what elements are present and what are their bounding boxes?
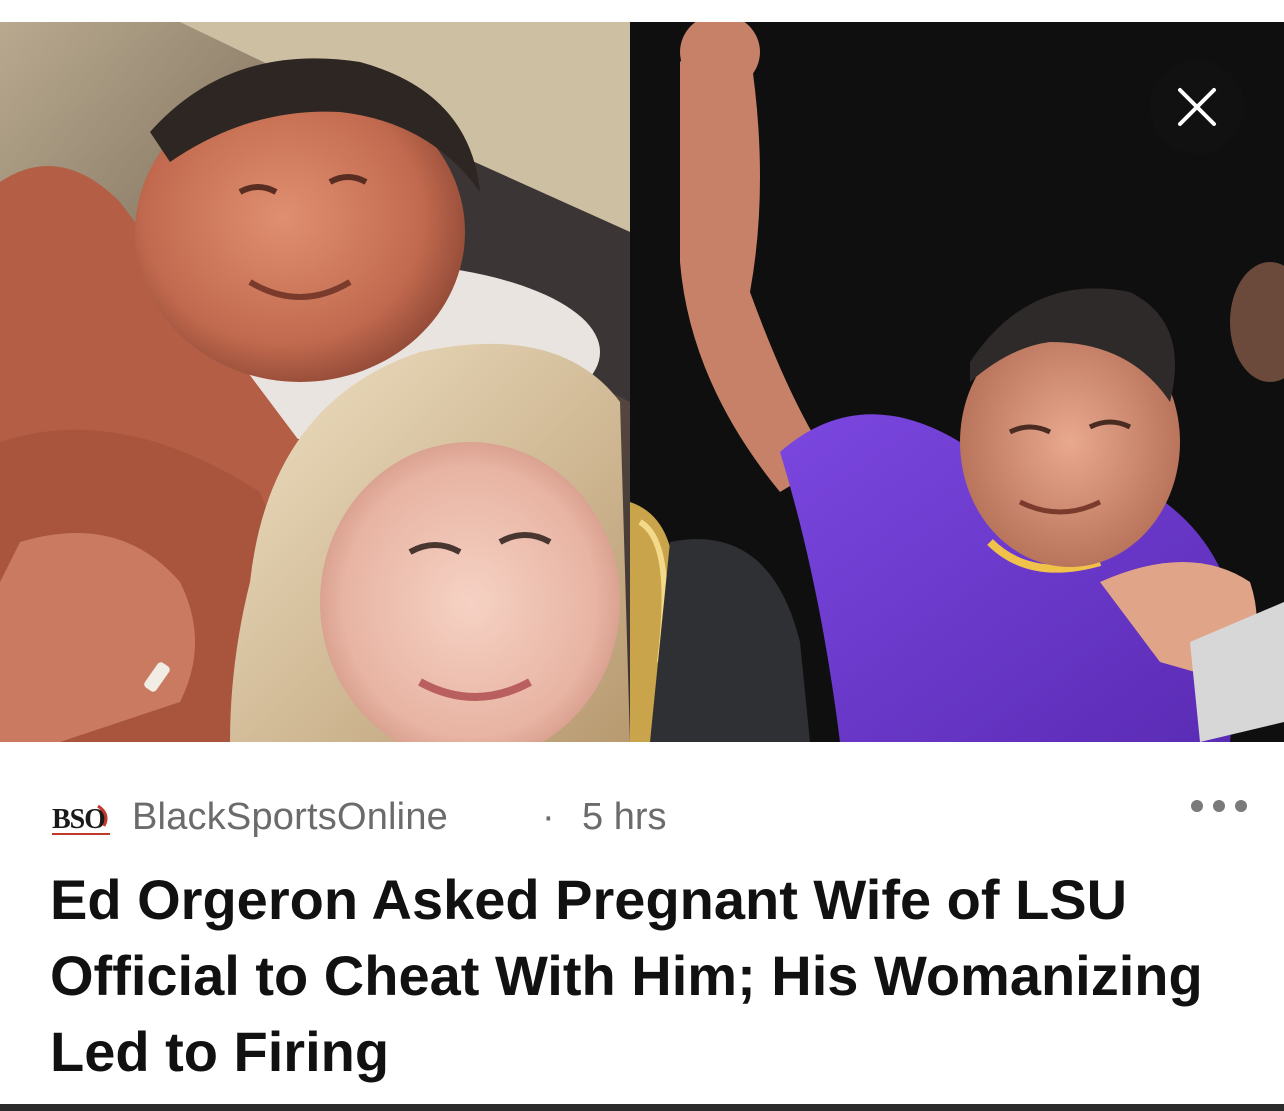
publish-time: 5 hrs — [582, 796, 667, 838]
more-horizontal-icon — [1191, 800, 1247, 812]
bottom-divider — [0, 1104, 1284, 1111]
article-headline[interactable]: Ed Orgeron Asked Pregnant Wife of LSU Of… — [50, 862, 1240, 1090]
meta-separator: · — [542, 796, 555, 838]
more-options-button[interactable] — [1184, 792, 1254, 832]
selfie-photo — [0, 22, 630, 742]
top-strip — [0, 0, 1284, 22]
source-name[interactable]: BlackSportsOnline — [132, 796, 448, 839]
close-button[interactable] — [1150, 60, 1244, 154]
source-logo-icon: BSO — [52, 804, 110, 835]
svg-text:BSO: BSO — [52, 804, 105, 835]
source-logo[interactable]: BSO — [50, 796, 120, 840]
close-icon — [1178, 88, 1216, 126]
article-meta-row: BSO BlackSportsOnline · 5 hrs — [50, 792, 1247, 842]
article-hero-image[interactable] — [0, 22, 1284, 742]
hero-photo-left — [0, 22, 630, 742]
